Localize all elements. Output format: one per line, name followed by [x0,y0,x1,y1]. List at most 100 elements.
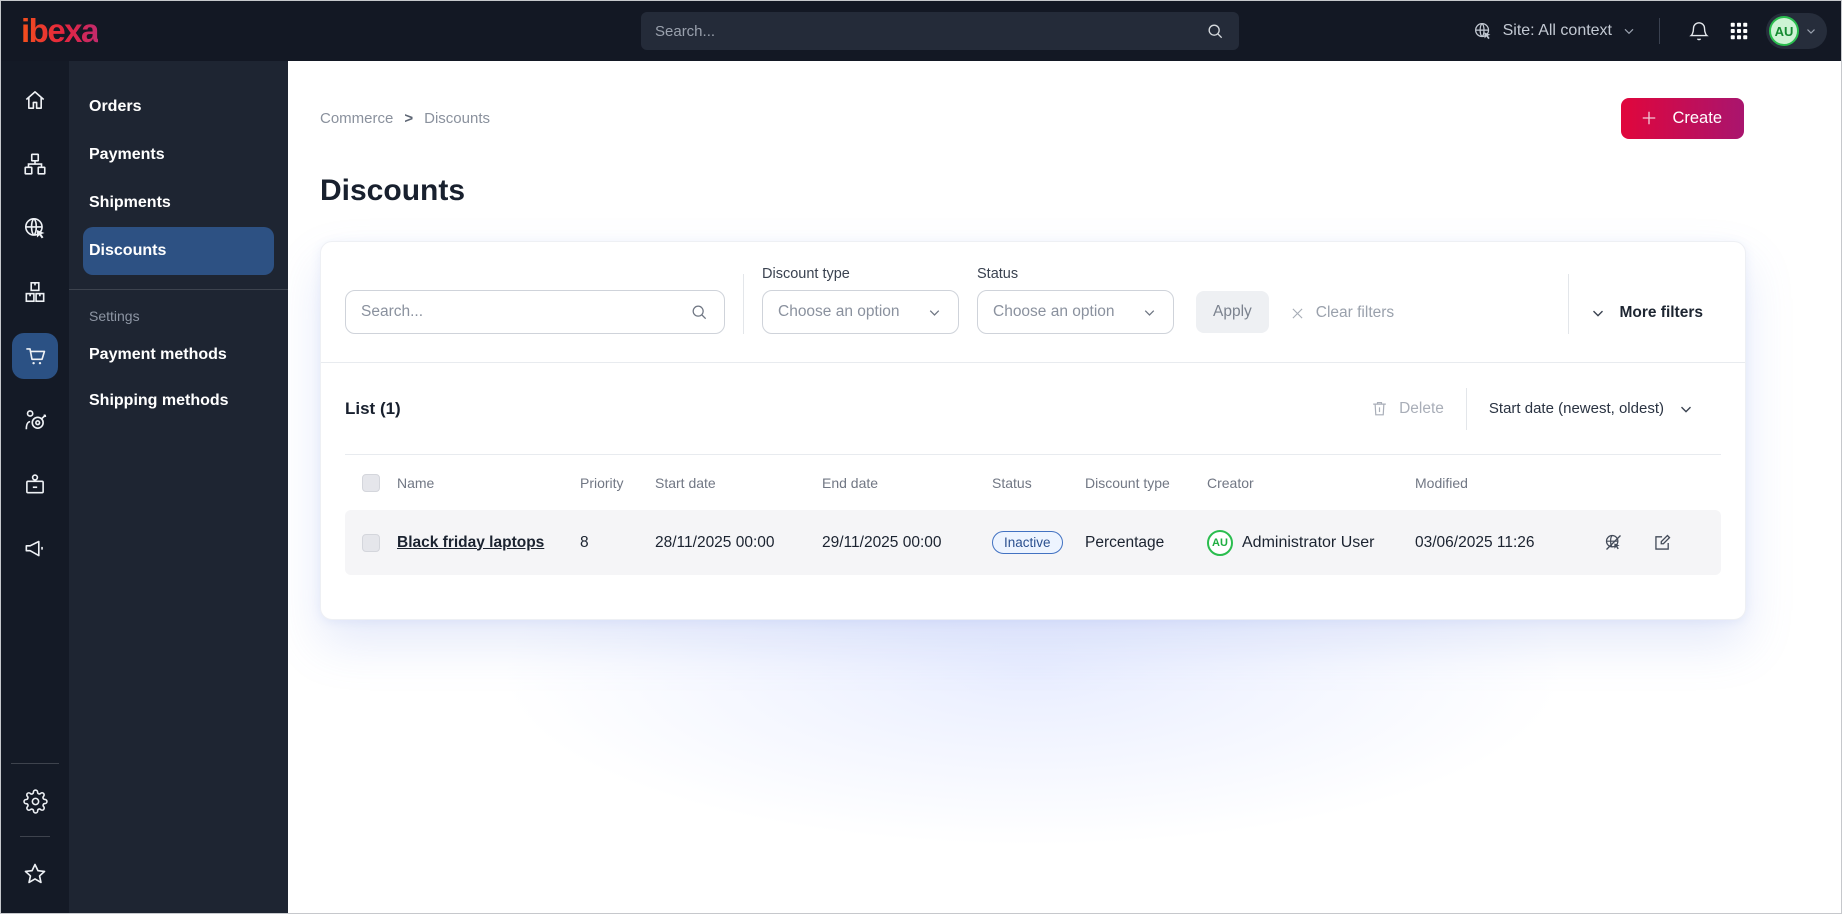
edit-icon[interactable] [1652,532,1673,553]
content-tree-icon [22,151,48,177]
create-button[interactable]: Create [1621,97,1744,139]
globe-cursor-icon [1472,20,1494,42]
row-checkbox[interactable] [362,533,380,552]
chevron-down-icon [1804,24,1818,38]
home-icon [22,87,48,113]
settings-gear-icon [22,788,48,814]
filters-divider [1568,274,1570,334]
star-icon [22,861,48,887]
modified-cell: 03/06/2025 11:26 [1415,533,1535,551]
topbar-divider [1659,18,1660,44]
trash-icon [1370,399,1389,418]
create-button-label: Create [1672,108,1722,127]
global-search[interactable] [641,12,1239,50]
column-header-status: Status [992,474,1032,491]
creator-avatar: AU [1207,529,1233,556]
page-title: Discounts [320,174,466,207]
site-context-selector[interactable]: Site: All context [1472,20,1637,42]
chevron-down-icon [1589,304,1607,322]
chevron-down-icon [1677,400,1695,418]
sidebar-item-payments[interactable]: Payments [83,131,274,179]
globe-cursor-icon [22,215,48,241]
sidebar-item-payment-methods[interactable]: Payment methods [83,332,274,378]
app-grid-menu-icon[interactable] [1722,14,1756,48]
preview-disabled-icon[interactable] [1603,532,1624,553]
status-badge: Inactive [992,531,1063,554]
end-date-cell: 29/11/2025 00:00 [822,533,942,551]
creator-name: Administrator User [1242,533,1375,551]
sidebar-section-settings: Settings [89,308,140,324]
discount-type-select[interactable]: Choose an option [762,290,959,334]
user-avatar: AU [1769,16,1799,46]
column-header-creator: Creator [1207,474,1254,491]
products-boxes-icon [22,279,48,305]
megaphone-icon [22,535,48,561]
user-menu[interactable]: AU [1766,13,1827,49]
discount-name-link[interactable]: Black friday laptops [397,534,544,551]
start-date-cell: 28/11/2025 00:00 [655,533,775,551]
filter-search-input[interactable] [361,303,689,321]
nav-content-tree-button[interactable] [12,141,58,187]
table-row: Black friday laptops 8 28/11/2025 00:00 … [345,510,1721,575]
clear-filters-button[interactable]: Clear filters [1289,292,1394,334]
rail-divider [11,763,59,764]
topbar: ibexa Site: All context [1,1,1841,61]
column-header-discount-type: Discount type [1085,474,1170,491]
table-header-row: Name Priority Start date End date Status… [345,455,1721,510]
nav-site-button[interactable] [12,205,58,251]
column-header-start-date: Start date [655,474,716,491]
filters-bar: Discount type Choose an option Status Ch… [321,242,1745,363]
nav-products-button[interactable] [12,269,58,315]
column-header-end-date: End date [822,474,879,491]
sidebar-item-shipments[interactable]: Shipments [83,179,274,227]
more-filters-button[interactable]: More filters [1589,292,1703,334]
discount-type-cell: Percentage [1085,533,1165,551]
list-header-divider [1465,387,1467,430]
breadcrumb-discounts[interactable]: Discounts [424,110,490,127]
breadcrumb-separator: > [404,109,414,127]
discounts-table: Name Priority Start date End date Status… [321,455,1745,619]
nav-corporate-button[interactable] [12,461,58,507]
topbar-right: Site: All context AU [1472,13,1841,49]
nav-home-button[interactable] [12,77,58,123]
rail-bottom-group [1,763,69,913]
sidebar-item-orders[interactable]: Orders [83,83,274,131]
nav-commerce-button[interactable] [12,333,58,379]
sidebar-item-discounts[interactable]: Discounts [83,227,274,275]
shopping-cart-icon [22,343,48,369]
sidebar-item-shipping-methods[interactable]: Shipping methods [83,378,274,424]
global-search-input[interactable] [655,22,1205,40]
commerce-sidebar: Orders Payments Shipments Discounts Sett… [69,61,288,913]
apply-button[interactable]: Apply [1196,291,1269,333]
nav-marketing-button[interactable] [12,525,58,571]
sort-label: Start date (newest, oldest) [1488,400,1664,417]
status-select[interactable]: Choose an option [977,290,1174,334]
status-label: Status [977,266,1019,282]
search-icon[interactable] [1205,21,1225,41]
filters-divider [743,274,744,334]
select-all-checkbox[interactable] [362,473,380,492]
clear-filters-label: Clear filters [1315,304,1395,321]
close-icon [1289,305,1306,322]
delete-button[interactable]: Delete [1370,399,1444,418]
filter-search[interactable] [345,290,725,334]
column-header-name: Name [397,474,435,491]
discount-type-label: Discount type [762,266,850,282]
notifications-bell-icon[interactable] [1682,14,1716,48]
creator-cell: AU Administrator User [1207,529,1415,556]
list-header: List (1) Delete Start date (newest, olde… [345,363,1721,455]
breadcrumb-commerce[interactable]: Commerce [320,110,393,127]
column-header-modified: Modified [1415,474,1468,491]
discounts-card: Discount type Choose an option Status Ch… [320,241,1746,620]
search-icon[interactable] [689,302,709,322]
nav-customers-button[interactable] [12,397,58,443]
breadcrumb: Commerce > Discounts [320,110,490,127]
ibexa-logo[interactable]: ibexa [21,12,99,50]
main-nav-rail [1,61,69,913]
app-window: ibexa Site: All context [0,0,1842,914]
sidebar-divider [69,289,288,290]
nav-bookmarks-button[interactable] [12,851,58,897]
site-context-label: Site: All context [1502,22,1612,39]
nav-admin-settings-button[interactable] [12,778,58,824]
sort-selector[interactable]: Start date (newest, oldest) [1489,400,1695,418]
